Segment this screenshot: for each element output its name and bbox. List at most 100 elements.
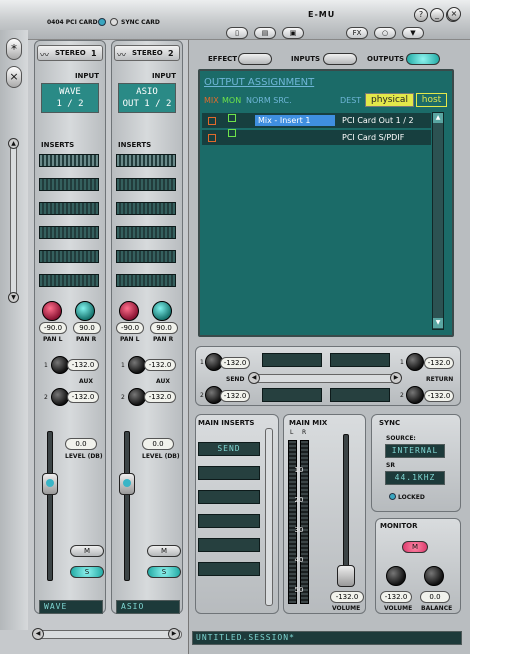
strip-scroll-track[interactable] [10,140,17,300]
open-button[interactable]: ▤ [254,27,276,39]
new-document-button[interactable]: ▯ [226,27,248,39]
insert-slot-4[interactable] [116,226,176,239]
save-button[interactable]: ▣ [282,27,304,39]
fader-cap-icon [123,479,131,487]
minimize-button[interactable]: _ [430,8,444,22]
inputs-tab[interactable] [323,53,357,65]
monitor-volume-value[interactable]: -132.0 [380,591,412,603]
aux-2-value[interactable]: -132.0 [67,391,99,403]
pan-r-knob[interactable] [152,301,172,321]
main-inserts-scroll[interactable] [265,428,273,606]
scroll-up-icon[interactable]: ▲ [8,138,19,149]
send-slot-3[interactable] [262,388,322,402]
send-scroll-left-icon[interactable]: ◀ [248,372,260,384]
main-insert-slot-2[interactable] [198,466,260,480]
input-value-line1: WAVE [59,87,81,97]
effect-tab[interactable] [238,53,272,65]
pan-l-value[interactable]: -90.0 [39,322,67,334]
level-value[interactable]: 0.0 [142,438,174,450]
sample-rate-display[interactable]: 44.1KHZ [385,471,445,485]
strip-name-display[interactable]: ASIO [116,600,180,614]
aux-1-value[interactable]: -132.0 [67,359,99,371]
outputs-tab[interactable] [406,53,440,65]
scroll-down-icon[interactable]: ▼ [8,292,19,303]
main-volume-fader-handle[interactable] [337,565,355,587]
hscroll-left-icon[interactable]: ◀ [32,628,44,640]
insert-slot-1[interactable] [116,154,176,167]
star-tool-button[interactable]: * [6,38,22,60]
host-tab[interactable]: host [416,93,447,107]
fx-button[interactable]: FX [346,27,368,39]
close-window-button[interactable]: × [447,7,461,21]
routing-scroll-up-icon[interactable]: ▲ [433,113,443,123]
main-insert-slot-1[interactable]: SEND [198,442,260,456]
insert-slot-4[interactable] [39,226,99,239]
pan-l-value[interactable]: -90.0 [116,322,144,334]
sync-card-toggle[interactable] [110,18,118,26]
dropdown-button[interactable]: ▼ [402,27,424,39]
return-2-value[interactable]: -132.0 [424,390,454,402]
mute-button[interactable]: M [70,545,104,557]
main-insert-slot-4[interactable] [198,514,260,528]
main-insert-slot-5[interactable] [198,538,260,552]
insert-slot-5[interactable] [39,250,99,263]
send-hscroll[interactable] [250,374,400,383]
route-source-1[interactable]: Mix - Insert 1 [255,115,335,126]
monitor-balance-label: BALANCE [421,605,453,612]
send-slot-1[interactable] [262,353,322,367]
main-insert-slot-3[interactable] [198,490,260,504]
main-insert-slot-6[interactable] [198,562,260,576]
insert-slot-1[interactable] [39,154,99,167]
monitor-balance-value[interactable]: 0.0 [420,591,450,603]
insert-slot-6[interactable] [116,274,176,287]
send-slot-2[interactable] [330,353,390,367]
aux-1-value[interactable]: -132.0 [144,359,176,371]
solo-button[interactable]: S [147,566,181,578]
mix-node-1[interactable] [208,117,216,125]
pan-r-value[interactable]: 90.0 [150,322,178,334]
route-dest-2[interactable]: PCI Card S/PDIF [342,133,404,142]
mon-node-2[interactable] [228,129,236,137]
return-1-value[interactable]: -132.0 [424,357,454,369]
circle-button[interactable]: ○ [374,27,396,39]
monitor-mute-button[interactable]: M [402,541,428,553]
return-1-knob[interactable] [406,353,424,371]
pan-l-knob[interactable] [119,301,139,321]
input-selector[interactable]: ASIO OUT 1 / 2 [118,83,176,113]
insert-slot-3[interactable] [116,202,176,215]
send-slot-4[interactable] [330,388,390,402]
x-tool-button[interactable]: × [6,66,22,88]
send-scroll-right-icon[interactable]: ▶ [390,372,402,384]
send-1-value[interactable]: -132.0 [220,357,250,369]
insert-slot-2[interactable] [39,178,99,191]
insert-slot-2[interactable] [116,178,176,191]
strip-hscroll-track[interactable] [34,630,182,639]
mix-node-2[interactable] [208,134,216,142]
hscroll-right-icon[interactable]: ▶ [168,628,180,640]
insert-slot-6[interactable] [39,274,99,287]
insert-slot-5[interactable] [116,250,176,263]
mute-button[interactable]: M [147,545,181,557]
main-volume-value[interactable]: -132.0 [330,591,364,603]
session-name-display[interactable]: UNTITLED.SESSION* [192,631,462,645]
insert-slot-3[interactable] [39,202,99,215]
solo-button[interactable]: S [70,566,104,578]
sync-source-display[interactable]: INTERNAL [385,444,445,458]
input-selector[interactable]: WAVE 1 / 2 [41,83,99,113]
help-button[interactable]: ? [414,8,428,22]
level-value[interactable]: 0.0 [65,438,97,450]
routing-vscroll[interactable] [432,112,444,330]
send-2-value[interactable]: -132.0 [220,390,250,402]
strip-name-display[interactable]: WAVE [39,600,103,614]
route-dest-1[interactable]: PCI Card Out 1 / 2 [342,116,414,125]
aux-2-value[interactable]: -132.0 [144,391,176,403]
mon-node-1[interactable] [228,114,236,122]
pan-r-value[interactable]: 90.0 [73,322,101,334]
return-2-knob[interactable] [406,386,424,404]
pan-r-knob[interactable] [75,301,95,321]
physical-tab[interactable]: physical [365,93,414,107]
routing-scroll-down-icon[interactable]: ▼ [433,318,443,328]
monitor-balance-knob[interactable] [424,566,444,586]
monitor-volume-knob[interactable] [386,566,406,586]
pan-l-knob[interactable] [42,301,62,321]
